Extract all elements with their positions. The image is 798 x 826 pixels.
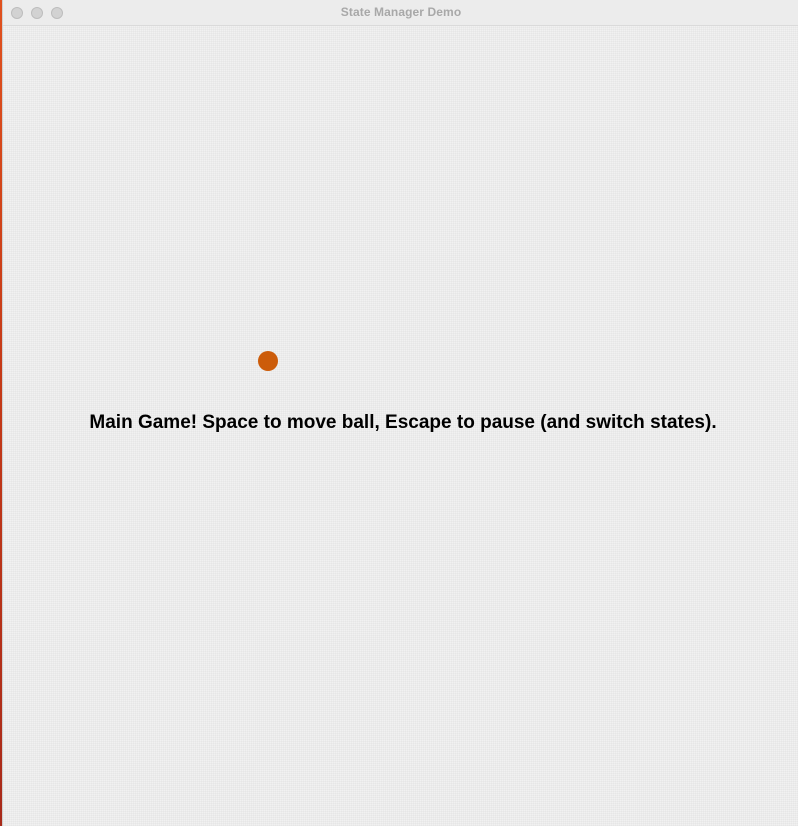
app-window: State Manager Demo Main Game! Space to m… bbox=[2, 0, 798, 826]
window-title: State Manager Demo bbox=[340, 5, 462, 19]
title-bar[interactable]: State Manager Demo bbox=[3, 0, 798, 26]
game-ball bbox=[258, 351, 278, 371]
instructions-text: Main Game! Space to move ball, Escape to… bbox=[89, 412, 717, 433]
game-canvas[interactable]: Main Game! Space to move ball, Escape to… bbox=[3, 26, 798, 826]
